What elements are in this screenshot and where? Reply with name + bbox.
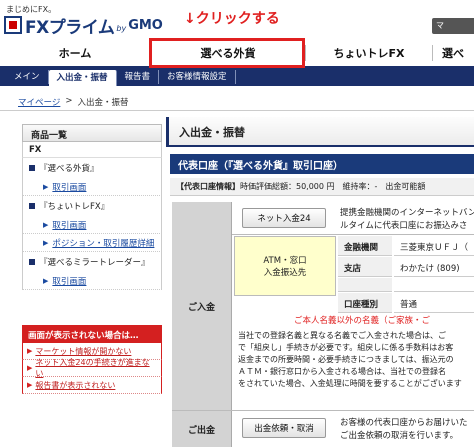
sidebar-link-label[interactable]: 取引画面 [52, 219, 86, 231]
divider [232, 234, 474, 235]
arrow-right-icon: ▶ [27, 381, 33, 389]
click-annotation: ↓クリックする [184, 11, 280, 27]
breadcrumb-current: 入出金・振替 [77, 98, 129, 108]
atm-deposit-box: ATM・窓口 入金振込先 [234, 236, 336, 296]
account-type-label: 口座種別 [338, 293, 392, 313]
branch-value: わかたけ (809) [394, 257, 474, 277]
nav-home[interactable]: ホーム [0, 40, 150, 66]
blank-label [338, 278, 392, 292]
subnav-deposit-transfer[interactable]: 入出金・振替 [48, 70, 117, 86]
account-info-bar: 【代表口座情報】時価評価総額：50,000 円 維持率：- 出金可能額 [170, 178, 474, 196]
help-link[interactable]: ▶ 報告書が表示されない [22, 377, 162, 394]
header: まじめにFX。 FXプライム by GMO ↓クリックする マ [0, 0, 474, 40]
bank-value: 三菱東京ＵＦＪ（ [394, 236, 474, 256]
net-deposit-desc-1: 提携金融機関のインターネットバン [340, 208, 474, 218]
logo-fx: FXプライム [25, 17, 115, 38]
deposit-notice-line: 返金までの所要時間・必要手続きにつきましては、振込元の [238, 355, 454, 364]
subnav-main[interactable]: メイン [6, 70, 49, 84]
help-link-label[interactable]: ネット入金24の手続きが進まない [35, 357, 157, 379]
withdraw-desc-1: お客様の代表口座からお届けいた [340, 418, 468, 428]
arrow-right-icon: ▶ [43, 220, 49, 229]
display-help-box: 画面が表示されない場合は… ▶ マーケット情報が開かない ▶ ネット入金24の手… [22, 325, 162, 394]
deposit-notice-line: ＡＴＭ・銀行窓口から入金される場合は、当社での登録名 [238, 367, 446, 376]
withdraw-label: ご出金 [172, 411, 232, 447]
page-title: 入出金・振替 [166, 117, 474, 147]
blank-value [394, 278, 474, 292]
bullet-icon [29, 165, 35, 171]
arrow-right-icon: ▶ [43, 182, 49, 191]
bullet-icon [29, 259, 35, 265]
arrow-right-icon: ▶ [43, 276, 49, 285]
deposit-notice: 当社での登録名義と異なる名義でご入金された場合は、ご で「組戻し」手続きが必要で… [238, 330, 474, 408]
breadcrumb: マイページ > 入出金・振替 [18, 96, 128, 108]
arrow-right-icon: ▶ [27, 364, 33, 372]
account-type-value: 普通 [394, 293, 474, 313]
deposit-label: ご入金 [172, 202, 232, 410]
sidebar-link-label[interactable]: 取引画面 [52, 275, 86, 287]
sidebar-product: 『選べるミラートレーダー』 [22, 252, 162, 272]
withdraw-desc-2: ご出金依頼の取消を行います。 [340, 431, 459, 441]
net-deposit-button[interactable]: ネット入金24 [242, 208, 326, 228]
bank-label: 金融機関 [338, 236, 392, 256]
logo-by: by [116, 23, 127, 33]
net-deposit-desc-2: ルタイムに代表口座にお振込みさ [340, 221, 468, 231]
subnav-reports[interactable]: 報告書 [117, 70, 160, 84]
divider [0, 110, 474, 111]
sidebar-link-label[interactable]: ポジション・取引履歴詳細 [52, 237, 154, 249]
sidebar-product-name: 『選べるミラートレーダー』 [39, 258, 150, 268]
sidebar-link[interactable]: ▶ 取引画面 [22, 216, 162, 234]
branch-label: 支店 [338, 257, 392, 277]
sidebar-product-name: 『ちょいトレFX』 [39, 202, 110, 212]
account-info-label: 【代表口座情報】 [176, 182, 240, 191]
logo-mark-icon [4, 16, 22, 34]
bullet-icon [29, 203, 35, 209]
help-link-label[interactable]: 報告書が表示されない [35, 380, 115, 391]
sidebar-link[interactable]: ▶ 取引画面 [22, 272, 162, 290]
corner-button[interactable]: マ [432, 18, 474, 34]
sidebar-link-label[interactable]: 取引画面 [52, 181, 86, 193]
nav-erabe[interactable]: 選べ [433, 40, 473, 66]
sidebar-link[interactable]: ▶ ポジション・取引履歴詳細 [22, 234, 162, 252]
help-link[interactable]: ▶ ネット入金24の手続きが進まない [22, 357, 162, 379]
atm-label-2: 入金振込先 [263, 268, 307, 278]
sidebar-product: 『選べる外貨』 [22, 158, 162, 178]
logo-gmo: GMO [128, 17, 163, 33]
nav-choitore-fx[interactable]: ちょいトレFX [306, 40, 432, 66]
name-warning: ご本人名義以外の名義（ご家族・ご [294, 316, 431, 326]
sidebar-link[interactable]: ▶ 取引画面 [22, 178, 162, 196]
arrow-right-icon: ▶ [27, 347, 33, 355]
deposit-notice-line: をされていた場合、入金処理に時間を要することがございます [238, 379, 462, 388]
section-header: 代表口座（『選べる外貨』取引口座） [170, 154, 474, 174]
logo[interactable]: FXプライム by GMO [4, 14, 163, 38]
deposit-notice-line: 当社での登録名義と異なる名義でご入金された場合は、ご [238, 331, 446, 340]
sidebar-header: 商品一覧 [22, 124, 162, 142]
account-info-text: 時価評価総額：50,000 円 維持率：- 出金可能額 [240, 182, 426, 191]
sidebar: 商品一覧 FX 『選べる外貨』 ▶ 取引画面 『ちょいトレFX』 ▶ 取引画面 … [22, 124, 162, 290]
withdraw-request-button[interactable]: 出金依頼・取消 [242, 418, 326, 438]
sub-nav: メイン 入出金・振替 報告書 お客様情報設定 [0, 68, 474, 86]
breadcrumb-separator: > [65, 96, 73, 106]
atm-label-1: ATM・窓口 [263, 256, 307, 266]
arrow-right-icon: ▶ [43, 238, 49, 247]
subnav-account-settings[interactable]: お客様情報設定 [159, 70, 236, 84]
sidebar-product-name: 『選べる外貨』 [39, 164, 99, 174]
deposit-notice-line: で「組戻し」手続きが必要です。組戻しに係る手数料はお客 [238, 343, 454, 352]
sidebar-category: FX [22, 142, 162, 158]
help-link-label[interactable]: マーケット情報が開かない [35, 346, 131, 357]
sidebar-product: 『ちょいトレFX』 [22, 196, 162, 216]
display-help-header: 画面が表示されない場合は… [22, 325, 162, 343]
click-highlight-box [149, 38, 305, 68]
breadcrumb-mypage[interactable]: マイページ [18, 96, 60, 108]
